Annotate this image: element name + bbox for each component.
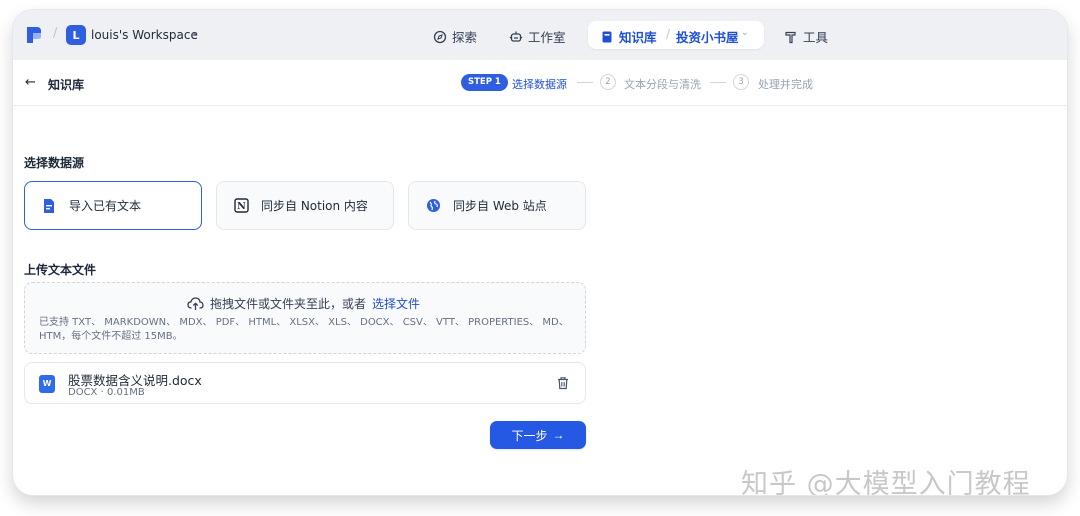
breadcrumb-separator: / [53,26,58,41]
nav-knowledge-label: 知识库 [619,30,657,45]
nav-explore[interactable]: 探索 [433,27,477,46]
nav-explore-label: 探索 [452,30,478,45]
workspace-name[interactable]: louis's Workspace [91,28,198,42]
step-header: ← 知识库 STEP 1 选择数据源 2 文本分段与清洗 3 处理并完成 [13,60,1067,106]
nav-studio[interactable]: 工作室 [509,27,566,46]
step-2-number: 2 [600,74,616,90]
nav-studio-label: 工作室 [528,30,566,45]
book-icon [602,31,612,42]
nav-tools-label: 工具 [803,30,829,45]
supported-formats-hint: 已支持 TXT、 MARKDOWN、 MDX、 PDF、 HTML、 XLSX、… [39,317,569,342]
word-file-icon: W [39,375,55,393]
select-file-link[interactable]: 选择文件 [372,295,420,312]
back-arrow-icon[interactable]: ← [25,75,36,90]
upload-section-title: 上传文本文件 [24,263,97,277]
file-meta: DOCX · 0.01MB [68,387,145,398]
source-option-label: 导入已有文本 [69,199,142,213]
robot-icon [509,31,523,42]
source-option-import-text[interactable]: 导入已有文本 [24,181,202,230]
step-3-label: 处理并完成 [758,78,813,91]
uploaded-file-item: W 股票数据含义说明.docx DOCX · 0.01MB [24,362,586,404]
step-connector [577,82,593,83]
dropzone-prompt: 拖拽文件或文件夹至此，或者 选择文件 [187,295,420,312]
knowledge-base-name[interactable]: 投资小书屋 [676,27,739,46]
source-option-label: 同步自 Notion 内容 [261,199,368,213]
source-section-title: 选择数据源 [24,156,85,170]
breadcrumb-separator: / [666,27,671,41]
notion-icon: N [233,198,249,214]
next-step-button[interactable]: 下一步 → [490,421,586,449]
source-option-notion[interactable]: N 同步自 Notion 内容 [216,181,394,230]
cloud-upload-icon [187,296,204,310]
svg-text:N: N [237,201,246,212]
globe-icon [425,198,441,214]
arrow-right-icon: → [552,428,565,442]
chevron-down-icon[interactable]: ⌄ [191,27,199,38]
chevron-down-icon[interactable]: ⌄ [741,28,749,38]
page-title: 知识库 [48,78,85,92]
nav-knowledge[interactable]: 知识库 [600,27,657,46]
file-dropzone[interactable]: 拖拽文件或文件夹至此，或者 选择文件 已支持 TXT、 MARKDOWN、 MD… [24,282,586,354]
dropzone-text: 拖拽文件或文件夹至此，或者 [210,297,367,311]
trash-icon[interactable] [556,376,570,390]
step-1-label: 选择数据源 [512,78,567,91]
step-2-label: 文本分段与清洗 [624,78,701,91]
nav-tools[interactable]: 工具 [784,27,828,46]
next-step-label: 下一步 [511,428,548,443]
hammer-icon [785,31,796,43]
app-logo-icon[interactable] [25,25,43,45]
step-3-number: 3 [733,74,749,90]
app-window: / L louis's Workspace ⌄ 探索 工作室 知识库 / 投资小… [13,10,1067,495]
step-1-badge: STEP 1 [461,74,508,91]
document-icon [41,198,57,214]
step-connector [710,82,726,83]
source-option-label: 同步自 Web 站点 [453,199,547,213]
compass-icon [433,30,447,43]
source-option-web[interactable]: 同步自 Web 站点 [408,181,586,230]
workspace-avatar[interactable]: L [66,25,86,45]
watermark: 知乎 @大模型入门教程 [741,469,1031,495]
top-navigation: / L louis's Workspace ⌄ 探索 工作室 知识库 / 投资小… [13,10,1067,60]
